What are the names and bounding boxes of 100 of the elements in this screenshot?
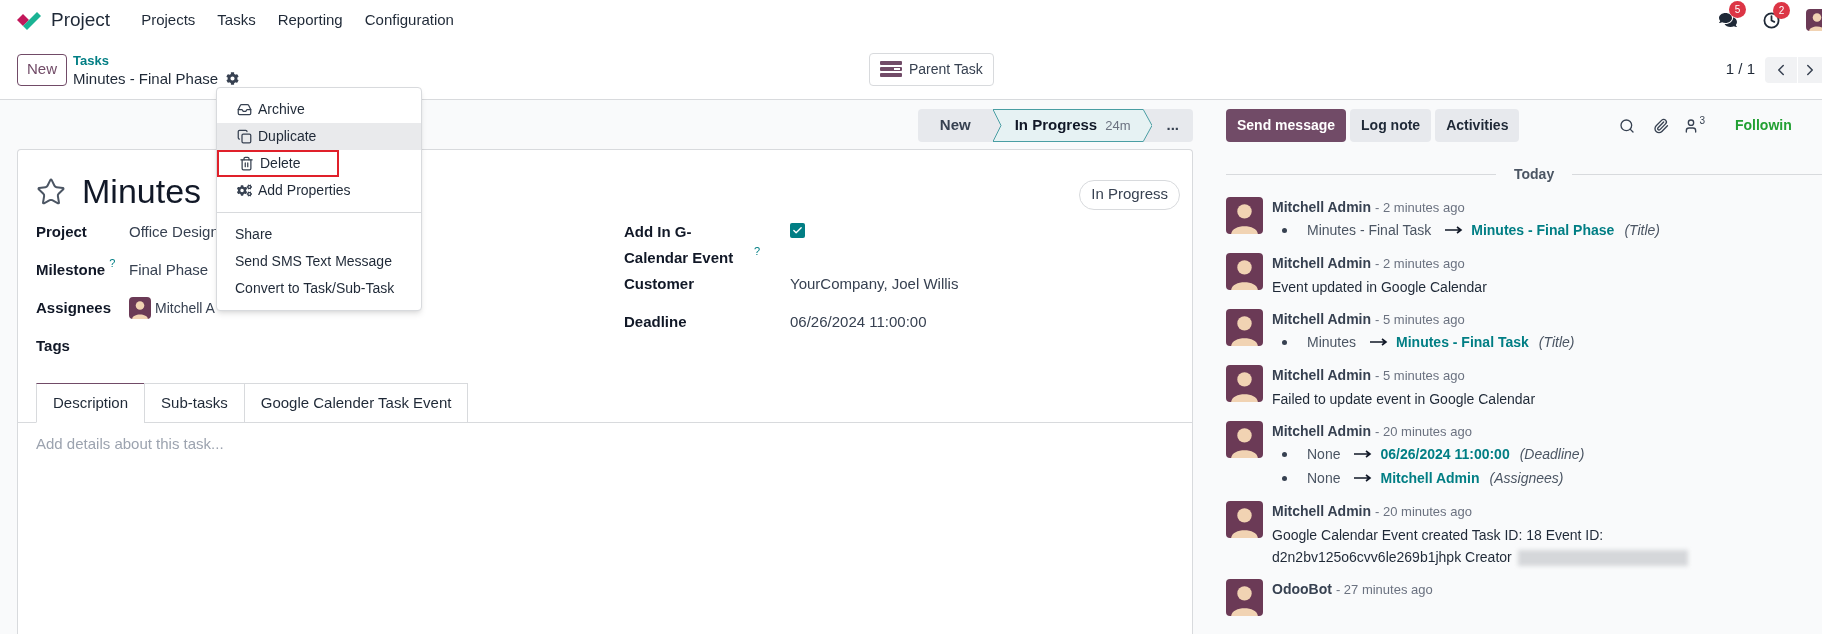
stacked-bars-icon [880,61,902,78]
menu-item[interactable]: Send SMS Text Message [217,248,421,275]
menu-link[interactable]: Projects [130,8,207,32]
author-name[interactable]: Mitchell Admin [1272,253,1372,273]
new-value: Minutes - Final Task [1396,332,1529,352]
new-button[interactable]: New [17,53,67,86]
stage-button[interactable]: In Progress 24m [992,109,1153,142]
chatter-button[interactable]: Log note [1350,109,1432,142]
app-name[interactable]: Project [51,5,111,35]
old-value: Minutes - Final Task [1307,220,1432,240]
chatter-button[interactable]: Send message [1226,109,1347,142]
menu-link[interactable]: Reporting [266,8,354,32]
badge: 5 [1729,1,1746,18]
chatter-button[interactable]: Activities [1435,109,1520,142]
field-value[interactable]: 06/26/2024 11:00:00 [790,309,927,335]
parent-task-button[interactable]: Parent Task [869,53,994,86]
stage-button[interactable]: New [917,109,993,142]
message-time: - 5 minutes ago [1375,311,1465,329]
author-name[interactable]: Mitchell Admin [1272,421,1372,441]
checkbox[interactable] [790,223,805,238]
message-body: Event updated in Google Calendar [1272,278,1487,297]
author-name[interactable]: OdooBot [1272,579,1332,599]
breadcrumb-link[interactable]: Tasks [73,51,240,70]
message-time: - 20 minutes ago [1375,423,1472,441]
menu-item[interactable]: Duplicate [217,123,421,150]
description-field[interactable]: Add details about this task... [36,433,636,456]
avatar [1226,309,1263,346]
check-icon [792,225,803,236]
more-stages-button[interactable]: ... [1152,114,1193,137]
old-value: Minutes [1307,332,1357,352]
bullet-icon [1282,227,1287,233]
arrow-icon [1354,474,1373,482]
bullet-icon [1282,475,1287,481]
message-time: - 20 minutes ago [1375,503,1472,521]
field-value[interactable]: Mitchell A [155,297,215,319]
badge: 2 [1773,1,1790,19]
tab[interactable]: Description [36,383,146,423]
old-value: None [1307,444,1341,464]
pager-value: 1 / 1 [1725,59,1755,80]
date-separator: Today [1513,165,1556,184]
field-label: Deadline [624,312,687,332]
field-value[interactable]: YourCompany, Joel Willis [790,271,959,297]
avatar [1226,253,1263,290]
bullet-icon [1282,451,1287,457]
message-time: - 5 minutes ago [1375,367,1465,385]
message-time: - 2 minutes ago [1375,199,1465,217]
user-avatar [1806,9,1822,31]
author-name[interactable]: Mitchell Admin [1272,501,1372,521]
menu-item[interactable]: Delete [217,150,339,177]
search-icon[interactable] [1619,117,1636,134]
help-mark[interactable]: ? [753,245,760,257]
gears-icon [237,183,252,198]
followers-count: 3 [1699,113,1705,128]
paperclip-icon[interactable] [1653,117,1670,134]
task-title[interactable]: Minutes [82,166,202,217]
field-name: (Assignees) [1489,468,1564,488]
menu-item[interactable]: Convert to Task/Sub-Task [217,275,421,302]
new-value: Minutes - Final Phase [1471,220,1615,240]
field-label: Assignees [36,298,112,318]
logo-icon[interactable] [17,10,41,30]
menu-item[interactable]: Archive [217,96,421,123]
author-name[interactable]: Mitchell Admin [1272,365,1372,385]
field-name: (Title) [1538,332,1575,352]
inbox-icon [237,102,252,117]
chat-icon[interactable] [1719,11,1737,29]
arrow-icon [1445,226,1464,234]
field-label: Tags [36,336,70,356]
settings-icon[interactable] [226,72,240,85]
arrow-icon [1370,338,1389,346]
avatar [1226,365,1263,402]
avatar [1226,579,1263,616]
star-icon[interactable] [36,176,66,207]
field-label: Milestone [36,260,106,280]
message-time: - 27 minutes ago [1335,581,1433,599]
menu-item[interactable]: Share [217,221,421,248]
message-time: - 2 minutes ago [1375,255,1465,273]
help-mark[interactable]: ? [109,257,116,269]
tab[interactable]: Sub-tasks [144,383,245,423]
author-name[interactable]: Mitchell Admin [1272,309,1372,329]
previous-button[interactable] [1765,56,1797,83]
next-button[interactable] [1798,56,1822,83]
record-name: Minutes - Final Phase [73,69,219,88]
arrow-icon [1354,450,1373,458]
field-label: Add In G-Calendar Event [624,222,735,268]
avatar [1226,197,1263,234]
author-name[interactable]: Mitchell Admin [1272,197,1372,217]
field-label: Project [36,222,87,242]
bullet-icon [1282,339,1287,345]
clock-icon[interactable] [1763,11,1780,29]
old-value: None [1307,468,1341,488]
menu-item[interactable]: Add Properties [217,177,421,204]
menu-link[interactable]: Configuration [353,8,465,32]
field-value[interactable]: Final Phase [129,257,209,283]
tab[interactable]: Google Calender Task Event [243,383,469,423]
new-value: Mitchell Admin [1380,468,1480,488]
new-value: 06/26/2024 11:00:00 [1380,444,1510,464]
trash-icon [239,156,254,171]
copy-icon [237,129,252,144]
avatar [1226,501,1263,538]
menu-link[interactable]: Tasks [206,8,267,32]
